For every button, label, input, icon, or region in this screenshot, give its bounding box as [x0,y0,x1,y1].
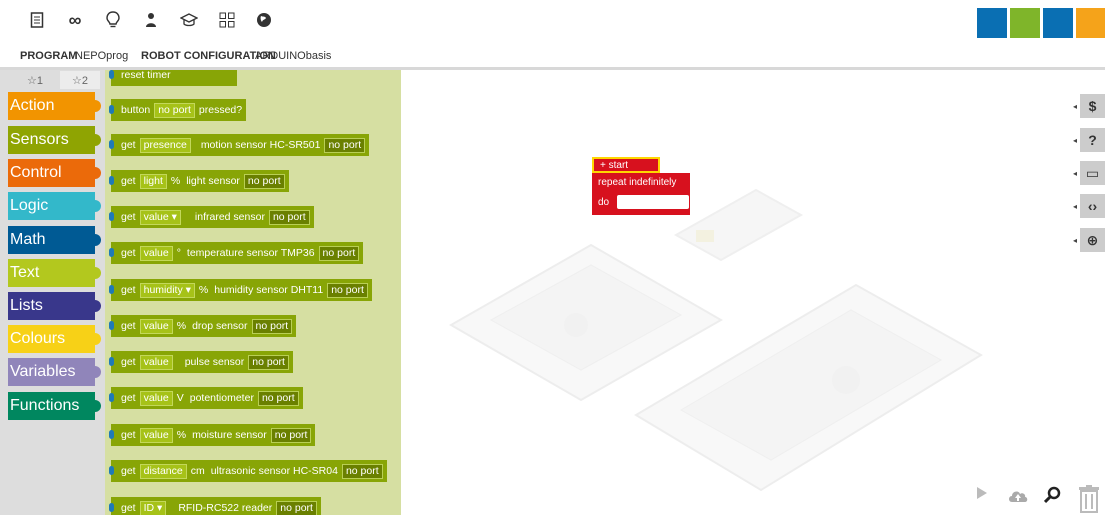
port-field[interactable]: no port [276,500,317,515]
block-flyout: reset timer button no port pressed? get pre… [105,70,401,515]
do-statement-slot[interactable] [617,195,689,209]
mode-field[interactable]: presence [139,137,191,153]
mode-field[interactable]: distance [139,463,187,479]
category-label: Variables [10,363,76,380]
category-control[interactable]: Control [8,159,101,187]
category-label: Text [10,264,40,281]
port-field[interactable]: no port [270,427,312,443]
code-export-button[interactable]: ◂ $ [1073,94,1105,118]
mode-dropdown[interactable]: value ▾ [139,209,181,225]
block-pulse-sensor[interactable]: get value pulse sensor no port [109,351,293,373]
logo-block-n [977,8,1007,38]
port-field[interactable]: no port [324,137,366,153]
port-field[interactable]: no port [154,102,195,118]
port-field[interactable]: no port [251,318,293,334]
program-bar: PROGRAM NEPOprog ROBOT CONFIGURATION ARD… [0,44,1105,68]
block-button-pressed[interactable]: button no port pressed? [109,99,247,121]
category-variables[interactable]: Variables [8,358,101,386]
config-name[interactable]: ARDUINObasis [255,50,331,62]
tab-level-2[interactable]: ☆2 [60,71,100,89]
source-code-button[interactable]: ◂ ‹› [1073,194,1105,218]
block-drop-sensor[interactable]: get value% drop sensor no port [109,315,297,337]
arduino-boards-illustration [448,188,983,492]
do-label: do [598,197,610,208]
category-sensors[interactable]: Sensors [8,126,101,154]
port-field[interactable]: no port [248,354,289,370]
mode-field[interactable]: light [139,173,167,189]
logo-block-e [1010,8,1040,38]
workspace[interactable] [401,70,1105,515]
category-label: Action [10,97,55,114]
category-lists[interactable]: Lists [8,292,101,320]
block-temperature-sensor[interactable]: get value ° temperature sensor TMP36 no port [109,242,364,264]
block-light-sensor[interactable]: get light% light sensor no port [109,170,289,192]
lightbulb-icon[interactable] [102,9,124,31]
tab-level-1[interactable]: ☆1 [20,71,50,89]
block-humidity-sensor[interactable]: get humidity ▾% humidity sensor DHT11 no po… [109,279,372,301]
document-icon[interactable] [26,9,48,31]
program-name[interactable]: NEPOprog [75,50,128,62]
nepo-logo [977,4,1105,38]
help-button[interactable]: ◂? [1073,128,1105,152]
mode-field[interactable]: value [139,427,173,443]
block-ultrasonic-sensor[interactable]: get distance cm ultrasonic sensor HC-SR04 no… [109,460,387,482]
mode-field[interactable]: value [139,354,173,370]
mode-field[interactable]: value [139,245,173,261]
comment-button[interactable]: ◂ ▭ [1073,161,1105,185]
category-action[interactable]: Action [8,92,101,120]
category-label: Colours [10,330,66,347]
repeat-label: repeat indefinitely [598,177,677,188]
start-block-header[interactable]: + start [592,157,660,173]
category-colours[interactable]: Colours [8,325,101,353]
category-label: Control [10,164,62,181]
infinity-icon[interactable]: ∞ [64,9,86,31]
category-logic[interactable]: Logic [8,192,101,220]
category-label: Lists [10,297,43,314]
grid-icon[interactable] [216,9,238,31]
category-label: Logic [10,197,49,214]
logo-block-o [1076,8,1105,38]
graduation-cap-icon[interactable] [178,9,200,31]
mode-dropdown[interactable]: ID ▾ [139,500,167,515]
category-functions[interactable]: Functions [8,392,101,420]
zoom-icon[interactable] [1043,485,1063,505]
block-moisture-sensor[interactable]: get value% moisture sensor no port [109,424,316,446]
robot-info-button[interactable]: ◂ ⊕ [1073,228,1105,252]
mode-field[interactable]: value [139,390,173,406]
logo-block-p [1043,8,1073,38]
block-rfid-reader[interactable]: get ID ▾ RFID-RC522 reader no port [109,497,321,515]
category-text[interactable]: Text [8,259,101,287]
program-label: PROGRAM [20,50,78,62]
block-reset-timer[interactable]: reset timer [109,70,237,86]
port-field[interactable]: no port [327,282,368,298]
block-presence-sensor[interactable]: get presence motion sensor HC-SR501 no port [109,134,370,156]
block-infrared-sensor[interactable]: get value ▾ infrared sensor no port [109,206,314,228]
category-label: Sensors [10,131,69,148]
category-label: Math [10,231,46,248]
mode-field[interactable]: value [139,318,173,334]
start-block[interactable]: + start repeat indefinitely do [592,157,692,215]
port-field[interactable]: no port [341,463,383,479]
port-field[interactable]: no port [318,245,360,261]
block-potentiometer[interactable]: get value Vpotentiometer no port [109,387,303,409]
category-label: Functions [10,397,80,414]
play-icon[interactable] [975,485,989,501]
port-field[interactable]: no port [268,209,310,225]
mode-dropdown[interactable]: humidity ▾ [139,282,195,298]
port-field[interactable]: no port [243,173,285,189]
start-block-body: repeat indefinitely do [592,173,690,215]
user-icon[interactable] [140,9,162,31]
trash-icon[interactable] [1076,485,1101,513]
globe-icon[interactable] [253,9,275,31]
cloud-upload-icon[interactable] [1006,485,1030,505]
top-bar: ∞ [0,0,1105,44]
category-math[interactable]: Math [8,226,101,254]
port-field[interactable]: no port [257,390,299,406]
